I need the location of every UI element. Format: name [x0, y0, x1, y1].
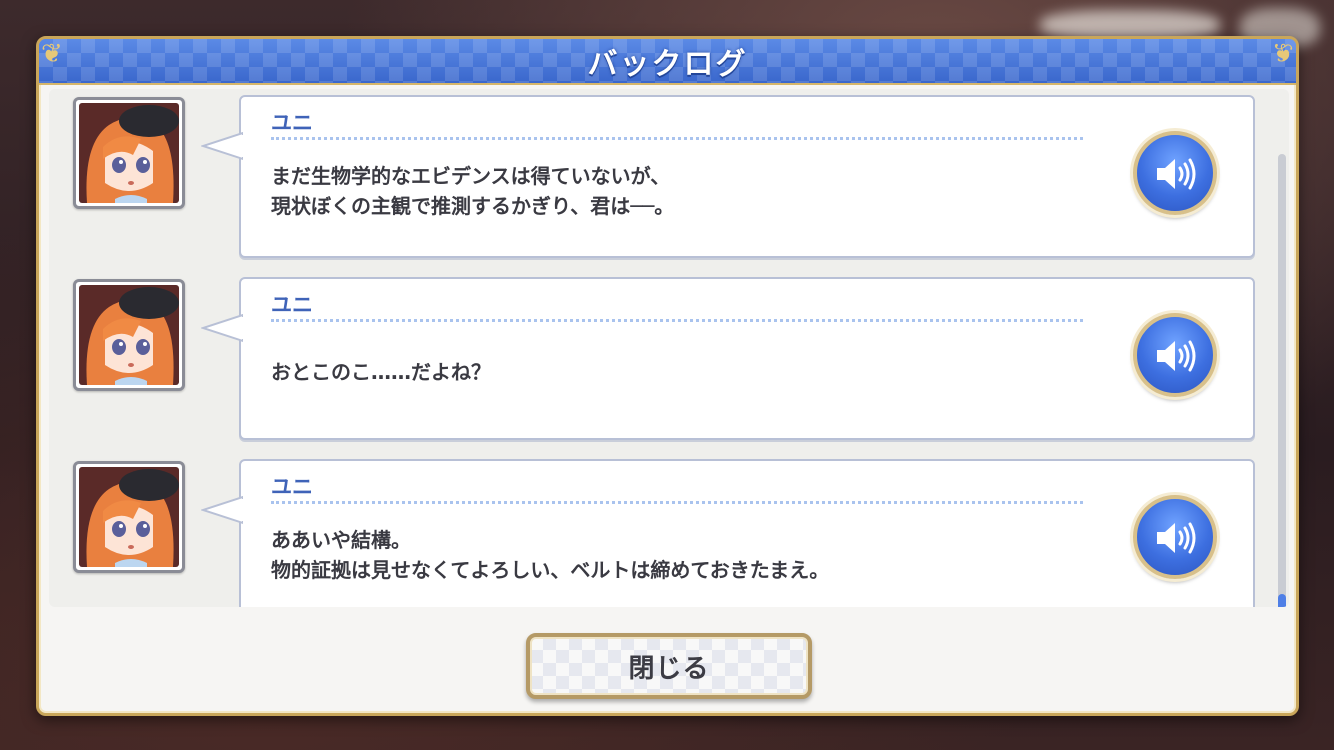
close-button-label: 閉じる — [628, 653, 710, 684]
dialog-title: バックログ — [587, 47, 748, 82]
title-bar: ❦ バックログ ❦ — [39, 39, 1296, 85]
message-text: まだ生物学的なエビデンスは得ていないが、 現状ぼくの主観で推測するかぎり、君は─… — [271, 164, 675, 218]
speaker-icon — [1157, 158, 1196, 190]
speaker-icon — [1157, 522, 1196, 554]
speaker-name: ユニ — [271, 475, 313, 499]
corner-ornament-right-icon: ❦ — [1272, 39, 1294, 69]
speaker-icon — [1157, 340, 1196, 372]
bubble-tail — [201, 495, 243, 525]
divider — [271, 137, 1083, 140]
backlog-list[interactable]: ユニ まだ生物学的なエビデンスは得ていないが、 現状ぼくの主観で推測するかぎり、… — [49, 89, 1289, 607]
message-text: おとこのこ……だよね？ — [271, 360, 491, 384]
voice-play-button[interactable] — [1133, 495, 1217, 579]
speaker-name: ユニ — [271, 293, 313, 317]
message-text: ああいや結構。 物的証拠は見せなくてよろしい、ベルトは締めておきたまえ。 — [271, 528, 830, 582]
divider — [271, 501, 1083, 504]
character-portrait-icon — [73, 461, 185, 573]
bubble-tail — [201, 313, 243, 343]
message-bubble: ユニ おとこのこ……だよね？ — [201, 277, 1255, 440]
log-entry: ユニ ああいや結構。 物的証拠は見せなくてよろしい、ベルトは締めておきたまえ。 — [49, 457, 1269, 607]
backlog-dialog: ❦ バックログ ❦ ユニ まだ生物学的なエビデンスは得ていないが、 現状ぼくの主… — [36, 36, 1299, 716]
scrollbar[interactable] — [1278, 154, 1286, 607]
scrollbar-thumb[interactable] — [1278, 594, 1286, 607]
voice-play-button[interactable] — [1133, 131, 1217, 215]
speaker-name: ユニ — [271, 111, 313, 135]
log-entry: ユニ まだ生物学的なエビデンスは得ていないが、 現状ぼくの主観で推測するかぎり、… — [49, 93, 1269, 258]
bubble-tail — [201, 131, 243, 161]
close-button[interactable]: 閉じる — [526, 633, 812, 699]
log-entry: ユニ おとこのこ……だよね？ — [49, 275, 1269, 440]
message-bubble: ユニ まだ生物学的なエビデンスは得ていないが、 現状ぼくの主観で推測するかぎり、… — [201, 95, 1255, 258]
message-bubble: ユニ ああいや結構。 物的証拠は見せなくてよろしい、ベルトは締めておきたまえ。 — [201, 459, 1255, 607]
character-portrait-icon — [73, 97, 185, 209]
voice-play-button[interactable] — [1133, 313, 1217, 397]
character-portrait-icon — [73, 279, 185, 391]
corner-ornament-left-icon: ❦ — [41, 39, 63, 69]
divider — [271, 319, 1083, 322]
